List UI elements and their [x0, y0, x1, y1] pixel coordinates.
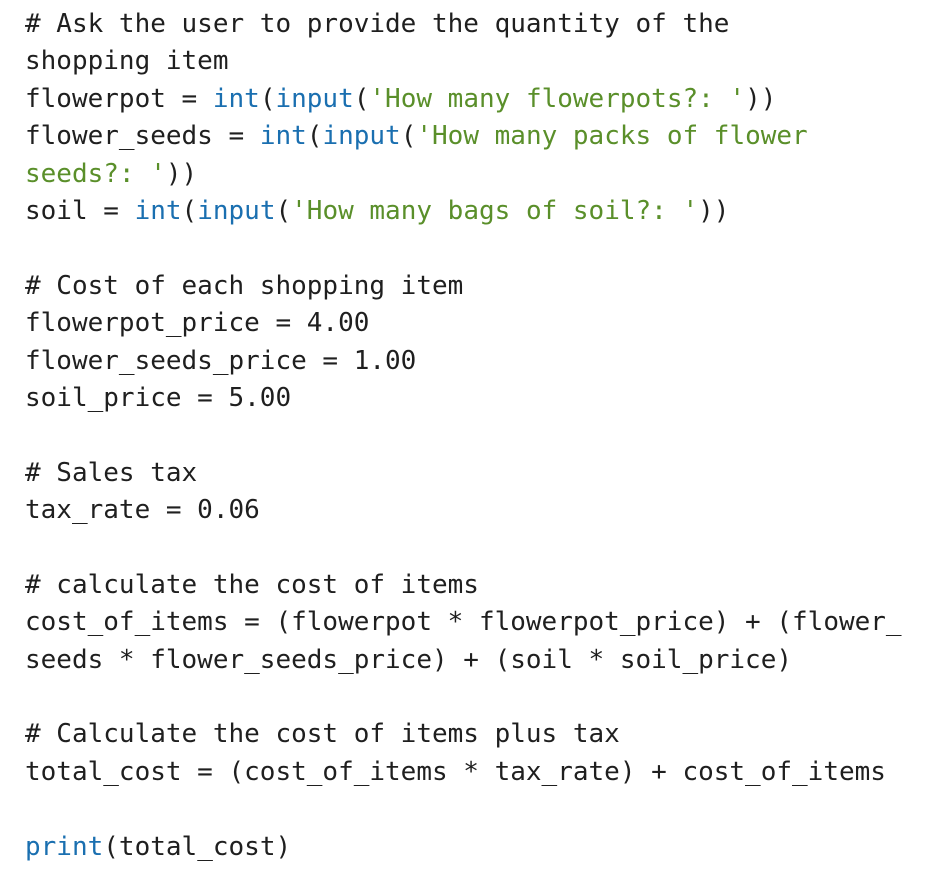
code-token-plain: flowerpot_price = 4.00: [25, 308, 370, 339]
code-token-builtin: int: [134, 195, 182, 226]
code-line: flower_seeds_price = 1.00: [25, 343, 902, 380]
code-token-plain: (: [275, 195, 292, 226]
code-token-comment: # Cost of each shopping item: [25, 270, 464, 301]
code-line: flowerpot_price = 4.00: [25, 305, 902, 342]
code-token-plain: total_cost = (cost_of_items * tax_rate) …: [25, 756, 886, 787]
code-token-builtin: int: [259, 121, 307, 152]
code-token-plain: tax_rate = 0.06: [25, 495, 260, 526]
code-token-plain: flower_seeds_price = 1.00: [25, 345, 417, 376]
code-line: # calculate the cost of items: [25, 567, 902, 604]
code-token-string: 'How many bags of soil?: ': [291, 195, 699, 226]
code-token-builtin: print: [25, 831, 104, 862]
code-line: seeds?: ')): [25, 156, 902, 193]
code-line: # Sales tax: [25, 455, 902, 492]
code-token-comment: shopping item: [25, 46, 229, 77]
code-line: tax_rate = 0.06: [25, 492, 902, 529]
code-line: soil_price = 5.00: [25, 380, 902, 417]
code-token-string: 'How many packs of flower: [416, 121, 808, 152]
code-token-plain: cost_of_items = (flowerpot * flowerpot_p…: [25, 607, 902, 638]
code-token-plain: (: [306, 121, 323, 152]
code-token-plain: (: [353, 83, 370, 114]
code-line: total_cost = (cost_of_items * tax_rate) …: [25, 754, 902, 791]
code-token-plain: )): [745, 83, 777, 114]
code-token-plain: (: [259, 83, 276, 114]
code-token-plain: flower_seeds =: [25, 121, 260, 152]
code-token-plain: seeds * flower_seeds_price) + (soil * so…: [25, 644, 793, 675]
code-token-plain: (: [400, 121, 417, 152]
code-line: seeds * flower_seeds_price) + (soil * so…: [25, 642, 902, 679]
code-token-plain: soil_price = 5.00: [25, 382, 292, 413]
code-token-plain: )): [165, 158, 198, 189]
code-token-builtin: int: [212, 83, 260, 114]
code-token-builtin: input: [275, 83, 354, 114]
code-line: flowerpot = int(input('How many flowerpo…: [25, 81, 902, 118]
code-token-comment: # Sales tax: [25, 457, 198, 488]
code-token-plain: (total_cost): [103, 831, 292, 862]
code-token-comment: # Ask the user to provide the quantity o…: [25, 9, 730, 39]
code-token-string: 'How many flowerpots?: ': [369, 83, 746, 114]
code-line: flower_seeds = int(input('How many packs…: [25, 118, 902, 155]
code-line: soil = int(input('How many bags of soil?…: [25, 193, 902, 230]
code-line: # Calculate the cost of items plus tax: [25, 716, 902, 753]
code-token-string: seeds?: ': [25, 158, 166, 189]
code-token-comment: # calculate the cost of items: [25, 569, 479, 600]
code-token-comment: # Calculate the cost of items plus tax: [25, 719, 620, 750]
code-listing: # Ask the user to provide the quantity o…: [25, 6, 902, 866]
code-token-plain: (: [181, 195, 198, 226]
code-token-builtin: input: [197, 195, 276, 226]
code-line: shopping item: [25, 43, 902, 80]
code-line: cost_of_items = (flowerpot * flowerpot_p…: [25, 604, 902, 641]
code-token-plain: flowerpot =: [25, 83, 213, 114]
code-token-builtin: input: [322, 121, 401, 152]
code-line: # Ask the user to provide the quantity o…: [25, 6, 902, 43]
code-line: print(total_cost): [25, 829, 902, 866]
code-token-plain: )): [698, 195, 730, 226]
code-token-plain: soil =: [25, 195, 135, 226]
code-line: # Cost of each shopping item: [25, 268, 902, 305]
